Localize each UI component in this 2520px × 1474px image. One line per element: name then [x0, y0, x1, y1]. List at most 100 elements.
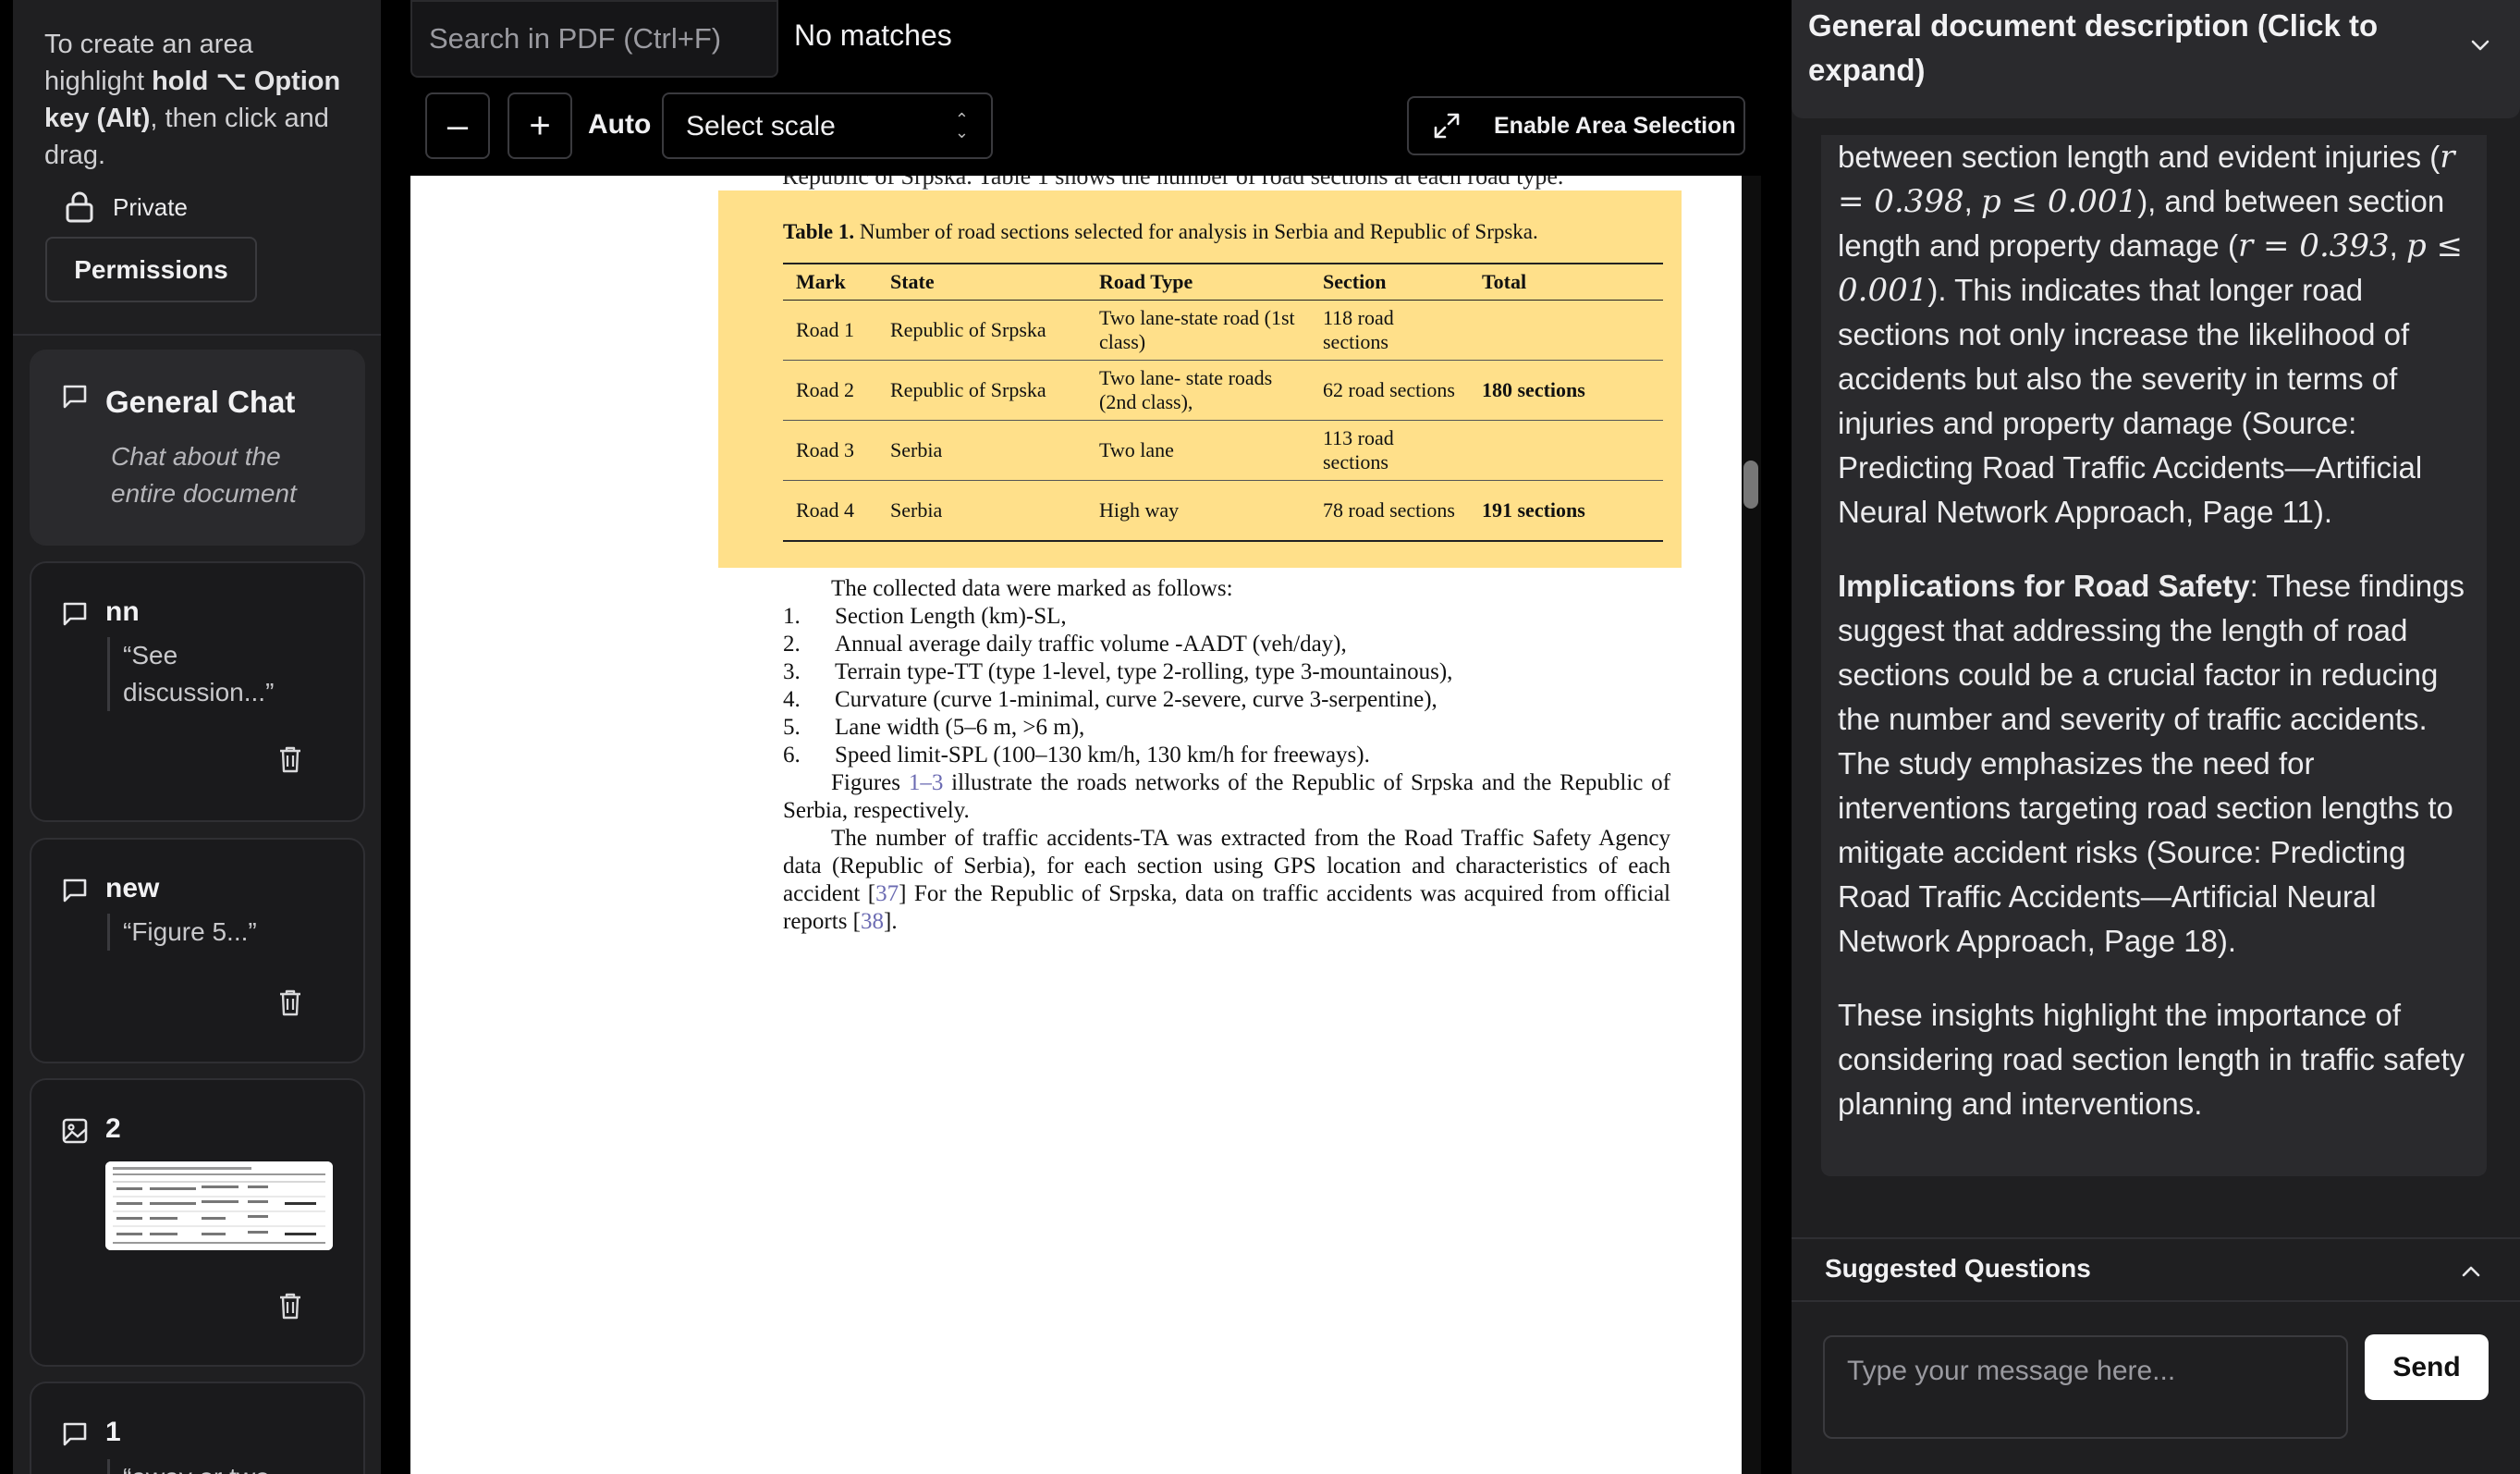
message-input[interactable]: Type your message here...	[1823, 1335, 2348, 1439]
pdf-paragraph: The collected data were marked as follow…	[831, 576, 1233, 601]
pdf-paragraph: The number of traffic accidents-TA was e…	[783, 826, 1670, 934]
table-cell: Two lane-state road (1st class)	[1086, 300, 1310, 361]
table-cell: Road 2	[783, 360, 877, 421]
search-status: No matches	[794, 18, 952, 52]
description-paragraph: Implications for Road Safety: These find…	[1838, 569, 2465, 958]
table-cell	[1469, 420, 1663, 481]
chat-card-image-2[interactable]: 2	[30, 1078, 365, 1367]
pdf-list-item: 3. Terrain type-TT (type 1-level, type 2-…	[783, 659, 1453, 684]
annotations-sidebar: To create an area highlight hold ⌥ Optio…	[13, 0, 381, 1474]
table-cell: High way	[1086, 480, 1310, 542]
card-subtitle: Chat about the entire document	[111, 442, 297, 508]
table-cell: 78 road sections	[1310, 480, 1469, 542]
chevron-up-icon	[2462, 1266, 2480, 1277]
description-paragraph: between section length and evident injur…	[1838, 139, 2464, 529]
pdf-list-item: 4. Curvature (curve 1-minimal, curve 2-se…	[783, 687, 1437, 712]
table-cell: Road 3	[783, 420, 877, 481]
pdf-paragraph: Figures 1–3 illustrate the roads network…	[783, 770, 1671, 823]
pdf-scrollbar-track[interactable]	[1742, 176, 1761, 1474]
table-thumbnail[interactable]	[105, 1161, 333, 1250]
table-thumbnail-image	[105, 1161, 333, 1250]
figure-reference-link[interactable]: 1–3	[909, 770, 944, 795]
card-quote: “See discussion...”	[107, 637, 292, 711]
table-cell: Republic of Srpska	[877, 300, 1086, 361]
chat-card-general[interactable]: General Chat Chat about the entire docum…	[30, 350, 365, 546]
expand-icon	[1434, 113, 1460, 139]
table-header-cell: Road Type	[1086, 263, 1310, 301]
pdf-scrollbar-thumb[interactable]	[1743, 461, 1758, 509]
citation-link[interactable]: 38	[861, 909, 884, 934]
table-caption: Table 1. Number of road sections selecte…	[783, 220, 1538, 243]
table-row: Road 3 Serbia Two lane 113 road sections	[783, 420, 1663, 481]
pdf-list-item: 5. Lane width (5–6 m, >6 m),	[783, 715, 1085, 740]
description-paragraph: These insights highlight the importance …	[1838, 998, 2465, 1121]
chat-card-nn[interactable]: nn “See discussion...”	[30, 561, 365, 822]
trash-icon[interactable]	[277, 1291, 303, 1320]
table-cell: 62 road sections	[1310, 360, 1469, 421]
table-cell: Two lane- state roads (2nd class),	[1086, 360, 1310, 421]
table-header-row: Mark State Road Type Section Total	[783, 263, 1663, 301]
table-row: Road 2 Republic of Srpska Two lane- stat…	[783, 360, 1663, 421]
card-title: 1	[105, 1417, 121, 1447]
select-arrows-icon: ⌃ ⌄	[954, 110, 969, 141]
chat-card-1[interactable]: 1 “away or two	[30, 1382, 365, 1474]
pdf-body-text: The collected data were marked as follow…	[783, 575, 1670, 936]
chat-bubble-icon	[63, 602, 87, 626]
card-title: new	[105, 873, 160, 903]
chevron-down-icon	[2471, 40, 2489, 51]
pdf-text-line: Republic of Srpska. Table 1 shows the nu…	[782, 176, 1564, 190]
table-header-cell: Total	[1469, 263, 1663, 301]
table-cell: 191 sections	[1469, 480, 1663, 542]
table-cell: 180 sections	[1469, 360, 1663, 421]
table-row: Road 4 Serbia High way 78 road sections …	[783, 480, 1663, 542]
table-cell: Road 1	[783, 300, 877, 361]
suggested-questions-toggle[interactable]: Suggested Questions	[1792, 1237, 2520, 1302]
card-title: nn	[105, 596, 140, 627]
private-label: Private	[113, 192, 188, 221]
card-title: 2	[105, 1113, 121, 1144]
math-expression: p ≤ 0.001	[1980, 183, 2138, 220]
table-cell: Serbia	[877, 480, 1086, 542]
enable-area-selection-label: Enable Area Selection	[1494, 112, 1736, 139]
math-expression: r = 0.393	[2237, 227, 2390, 264]
pdf-list-item: 2. Annual average daily traffic volume -A…	[783, 632, 1347, 657]
scale-select-value: Select scale	[686, 111, 836, 141]
private-toggle[interactable]: Private	[65, 185, 188, 229]
enable-area-selection-button[interactable]: Enable Area Selection	[1407, 96, 1745, 155]
chat-bubble-icon	[63, 878, 87, 903]
pdf-page[interactable]: Republic of Srpska. Table 1 shows the nu…	[410, 176, 1742, 1474]
table-cell: 113 road sections	[1310, 420, 1469, 481]
image-icon	[62, 1118, 88, 1144]
trash-icon[interactable]	[277, 744, 303, 774]
zoom-in-button[interactable]: +	[508, 92, 572, 159]
table-cell: Serbia	[877, 420, 1086, 481]
table-row: Road 1 Republic of Srpska Two lane-state…	[783, 300, 1663, 361]
table-header-cell: Mark	[783, 263, 877, 301]
permissions-button[interactable]: Permissions	[45, 237, 257, 302]
chat-card-new[interactable]: new “Figure 5...”	[30, 838, 365, 1063]
chat-bubble-icon	[63, 385, 87, 409]
table-cell: 118 road sections	[1310, 300, 1469, 361]
document-description-content: between section length and evident injur…	[1821, 135, 2487, 1176]
document-description-header[interactable]: General document description (Click to e…	[1792, 0, 2520, 118]
citation-link[interactable]: 37	[875, 881, 899, 906]
send-button[interactable]: Send	[2365, 1334, 2489, 1400]
sidebar-divider	[13, 334, 381, 336]
card-quote: “away or two	[107, 1459, 348, 1474]
chat-bubble-icon	[63, 1422, 87, 1446]
card-quote: “Figure 5...”	[107, 914, 348, 951]
card-title: General Chat	[105, 385, 296, 419]
table-cell	[1469, 300, 1663, 361]
trash-icon[interactable]	[277, 988, 303, 1017]
pdf-list-item: 6. Speed limit-SPL (100–130 km/h, 130 km/…	[783, 743, 1370, 768]
pdf-table: Mark State Road Type Section Total Road …	[783, 263, 1663, 542]
table-header-cell: Section	[1310, 263, 1469, 301]
zoom-out-button[interactable]: –	[425, 92, 490, 159]
pdf-search-input[interactable]: Search in PDF (Ctrl+F)	[410, 0, 778, 78]
pdf-list-item: 1. Section Length (km)-SL,	[783, 604, 1067, 629]
auto-scale-label: Auto	[588, 109, 652, 140]
document-description-title: General document description (Click to e…	[1808, 8, 2379, 87]
scale-select[interactable]: Select scale ⌃ ⌄	[662, 92, 993, 159]
table-cell: Road 4	[783, 480, 877, 542]
lock-icon	[66, 191, 93, 223]
